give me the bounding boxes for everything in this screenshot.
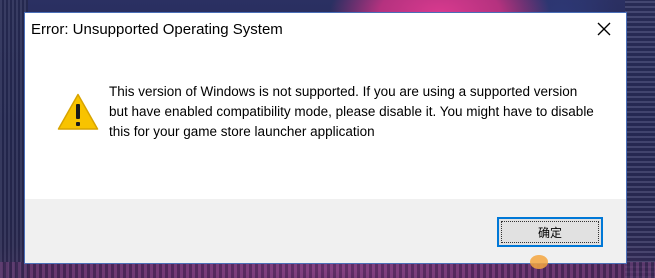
error-dialog: Error: Unsupported Operating System This…	[24, 12, 627, 264]
warning-icon	[57, 93, 99, 130]
dialog-content: This version of Windows is not supported…	[25, 47, 626, 199]
watermark-badge	[530, 255, 548, 269]
close-icon	[597, 22, 611, 36]
background-bottom-strip	[0, 262, 655, 278]
error-message: This version of Windows is not supported…	[109, 84, 594, 139]
close-button[interactable]	[582, 13, 626, 45]
dialog-footer: 确定	[25, 199, 626, 263]
dialog-titlebar[interactable]: Error: Unsupported Operating System	[25, 13, 626, 47]
dialog-title: Error: Unsupported Operating System	[31, 21, 283, 38]
ok-button[interactable]: 确定	[497, 217, 603, 247]
background-right-strip	[625, 0, 655, 278]
